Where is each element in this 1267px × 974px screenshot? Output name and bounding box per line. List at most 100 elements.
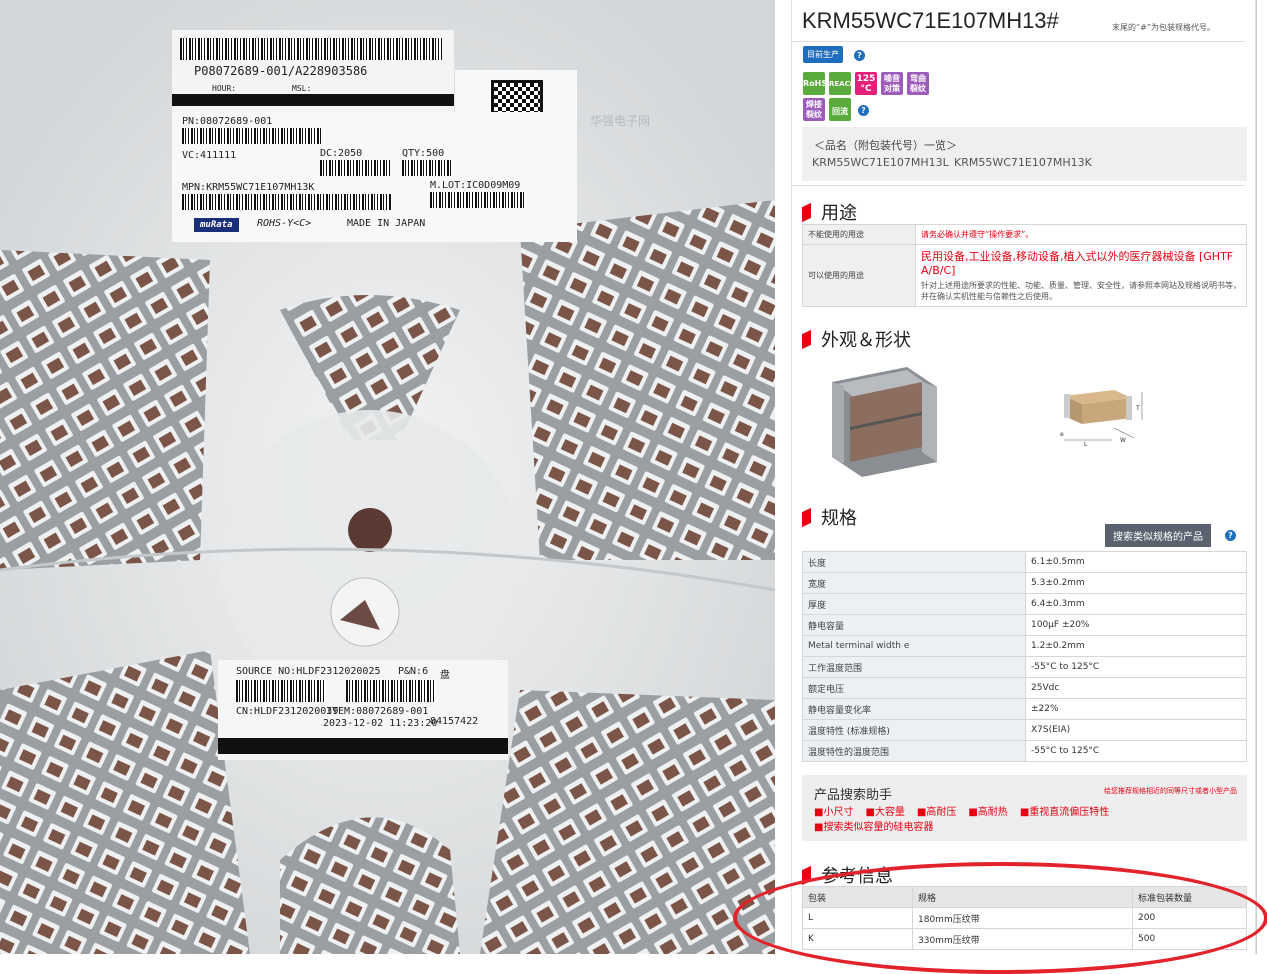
spec-key: 静电容量: [802, 614, 1026, 636]
label-code: P08072689-001/A228903586: [194, 64, 368, 78]
source-label: SOURCE NO:HLDF2312020025 P&N:6 盘 CN:HLDF…: [218, 660, 508, 760]
source-pn: P&N:6: [398, 666, 429, 677]
spec-key: 宽度: [802, 572, 1026, 594]
search-similar-button[interactable]: 搜索类似规格的产品: [1105, 524, 1211, 547]
help-icon[interactable]: ?: [858, 105, 869, 116]
spec-key: 温度特性的温度范围: [802, 740, 1026, 762]
spec-row: 静电容量 100μF ±20%: [802, 614, 1247, 636]
source-item: ITEM:08072689-001: [326, 706, 429, 717]
assistant-links: ■小尺寸 ■大容量 ■高耐压 ■高耐热 ■重视直流偏压特性 ■搜索类似容量的硅电容器: [814, 805, 1234, 835]
usage-key: 不能使用的用途: [802, 224, 916, 245]
spec-key: 温度特性 (标准规格): [802, 719, 1026, 741]
spec-value: 6.4±0.3mm: [1025, 593, 1247, 615]
label-dc: DC:2050: [320, 148, 363, 159]
capacitor-photo: [832, 367, 937, 477]
spec-row: 温度特性 (标准规格) X7S(EIA): [802, 719, 1247, 741]
source-date: 2023-12-02 11:23:20: [323, 718, 438, 729]
variant-list: ＜品名（附包装代号）一览＞ KRM55WC71E107MH13L KRM55WC…: [802, 127, 1247, 181]
search-assistant: 产品搜索助手 给您推荐规格相近的同等尺寸或者小型产品 ■小尺寸 ■大容量 ■高耐压 ■…: [802, 775, 1247, 841]
usage-note: 针对上述用途所要求的性能、功能、质量、管理、安全性，请参照本网站及规格说明书等，…: [921, 280, 1241, 301]
reference-table: 包装 规格 标准包装数量 L 180mm压纹带 200 K 330mm压纹带 5…: [802, 886, 1247, 950]
assistant-link[interactable]: ■大容量: [865, 807, 904, 818]
watermark-text: 华强电子网: [590, 114, 651, 128]
reflow-icon: 回流: [829, 98, 851, 121]
spec-key: 工作温度范围: [802, 656, 1026, 678]
label-hour: HOUR:: [212, 84, 237, 93]
reel-barcode-label: P08072689-001/A228903586 HOUR: MSL:: [172, 30, 454, 112]
spec-value: 5.3±0.2mm: [1025, 572, 1247, 594]
svg-text:e: e: [1060, 431, 1064, 438]
spec-value: 25Vdc: [1025, 677, 1247, 699]
source-no: SOURCE NO:HLDF2312020025: [236, 666, 381, 677]
section-reference-title: 参考信息: [802, 862, 893, 888]
spec-value: -55°C to 125°C: [1025, 656, 1247, 678]
title-note: 末尾的“#”为包装规格代号。: [1112, 23, 1215, 32]
reference-header: 包装: [802, 886, 913, 908]
solder-crack-icon: 焊接裂纹: [803, 98, 825, 121]
spec-row: 静电容量变化率 ±22%: [802, 698, 1247, 720]
assistant-link[interactable]: ■搜索类似容量的硅电容器: [814, 822, 933, 833]
label-made: MADE IN JAPAN: [347, 218, 426, 229]
rohs-icon: RoHS: [803, 72, 827, 95]
spec-row: 温度特性的温度范围 -55°C to 125°C: [802, 740, 1247, 762]
product-page: KRM55WC71E107MH13# 末尾的“#”为包装规格代号。 目前生产 ?…: [791, 0, 1256, 954]
spec-key: 静电容量变化率: [802, 698, 1026, 720]
spec-key: 额定电压: [802, 677, 1026, 699]
label-msl: MSL:: [292, 84, 312, 93]
usage-value: 民用设备,工业设备,移动设备,植入式以外的医疗器械设备 [GHTF A/B/C]: [921, 249, 1234, 277]
section-appearance-title: 外观＆形状: [802, 326, 911, 352]
scrollbar-edge: [1256, 0, 1257, 954]
divider: [792, 41, 1245, 42]
noise-icon: 噪音对策: [881, 72, 903, 95]
variant-list-title: ＜品名（附包装代号）一览＞: [814, 139, 957, 152]
svg-text:L: L: [1084, 441, 1088, 448]
spec-value: X7S(EIA): [1025, 719, 1247, 741]
status-badge[interactable]: 目前生产: [803, 46, 843, 63]
variant-item[interactable]: KRM55WC71E107MH13L: [812, 156, 949, 169]
page-title: KRM55WC71E107MH13#: [802, 8, 1059, 33]
reach-icon: REACH: [829, 72, 856, 95]
spec-key: 厚度: [802, 593, 1026, 615]
source-unit: 盘: [440, 670, 450, 681]
help-icon[interactable]: ?: [854, 50, 865, 61]
label-rohs: ROHS-Y<C>: [257, 218, 312, 229]
usage-key: 可以使用的用途: [802, 244, 916, 307]
reference-header: 规格: [912, 886, 1133, 908]
table-row: L 180mm压纹带 200: [802, 907, 1247, 929]
spec-key: Metal terminal width e: [802, 635, 1026, 657]
spec-value: ±22%: [1025, 698, 1247, 720]
source-code: 84157422: [430, 716, 479, 727]
spec-row: 宽度 5.3±0.2mm: [802, 572, 1247, 594]
svg-text:T: T: [1135, 405, 1140, 412]
usage-value[interactable]: 请务必确认并遵守“操作要求”。: [915, 224, 1247, 245]
variant-item[interactable]: KRM55WC71E107MH13K: [954, 156, 1092, 169]
spec-row: 额定电压 25Vdc: [802, 677, 1247, 699]
usage-value-cell: 民用设备,工业设备,移动设备,植入式以外的医疗器械设备 [GHTF A/B/C]…: [915, 244, 1247, 307]
temperature-icon: 125 °C max: [855, 72, 877, 104]
assistant-title: 产品搜索助手: [814, 788, 893, 803]
capacitor-dimension-drawing: T L W e: [1060, 390, 1143, 448]
svg-text:W: W: [1120, 437, 1126, 444]
section-spec-title: 规格: [802, 504, 857, 530]
bend-crack-icon: 弯曲裂纹: [907, 72, 929, 95]
spec-value: 100μF ±20%: [1025, 614, 1247, 636]
label-pn: PN:08072689-001: [182, 116, 273, 127]
assistant-note: 给您推荐规格相近的同等尺寸或者小型产品: [1104, 787, 1237, 795]
spec-row: 长度 6.1±0.5mm: [802, 551, 1247, 573]
label-mlot: M.LOT:IC0D09M09: [430, 180, 521, 191]
assistant-link[interactable]: ■重视直流偏压特性: [1020, 807, 1109, 818]
assistant-link[interactable]: ■高耐压: [917, 807, 956, 818]
spec-row: 工作温度范围 -55°C to 125°C: [802, 656, 1247, 678]
label-qty: QTY:500: [402, 148, 445, 159]
spec-row: Metal terminal width e 1.2±0.2mm: [802, 635, 1247, 657]
spec-row: 厚度 6.4±0.3mm: [802, 593, 1247, 615]
assistant-link[interactable]: ■小尺寸: [814, 807, 853, 818]
murata-logo: muRata: [194, 218, 239, 232]
assistant-link[interactable]: ■高耐热: [968, 807, 1007, 818]
reel-main-label: PN:08072689-001 VC:411111 DC:2050 QTY:50…: [172, 112, 577, 242]
reel-photo: P08072689-001/A228903586 HOUR: MSL: PN:0…: [0, 0, 775, 954]
spec-value: -55°C to 125°C: [1025, 740, 1247, 762]
spec-value: 1.2±0.2mm: [1025, 635, 1247, 657]
divider: [792, 185, 1245, 186]
help-icon[interactable]: ?: [1225, 530, 1236, 541]
